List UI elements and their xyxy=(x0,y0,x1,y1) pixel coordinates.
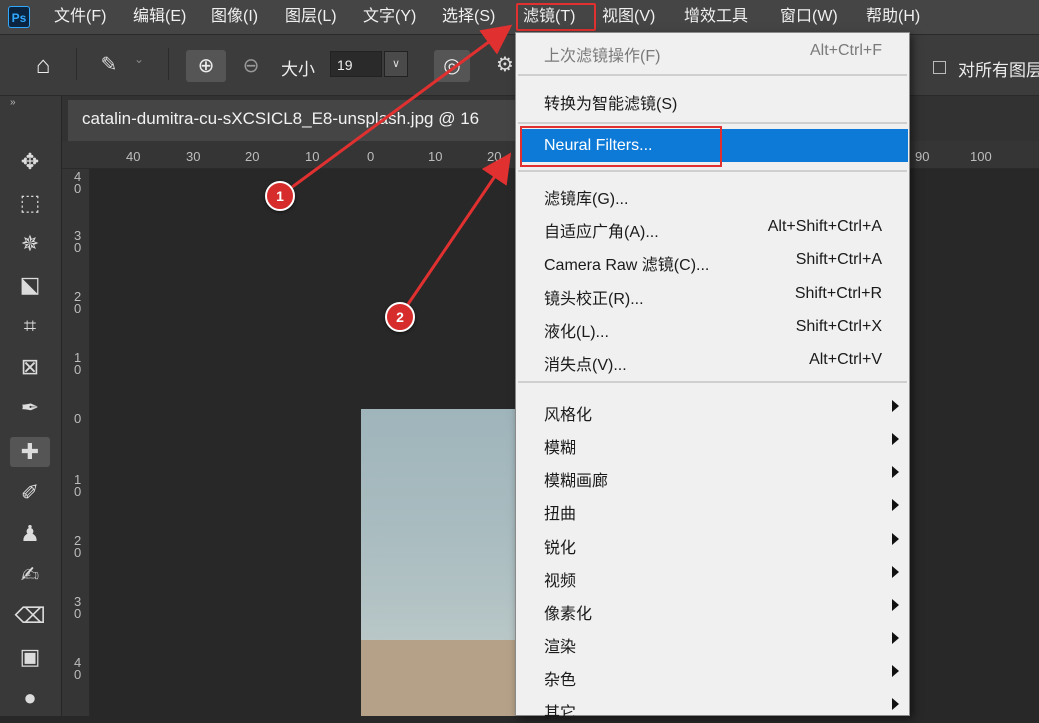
annotation-badge-2: 2 xyxy=(385,302,415,332)
annotation-badge-1: 1 xyxy=(265,181,295,211)
annotation-arrow-1 xyxy=(279,24,513,198)
annotation-arrows xyxy=(279,24,513,317)
annotation-arrow-2 xyxy=(398,152,512,317)
